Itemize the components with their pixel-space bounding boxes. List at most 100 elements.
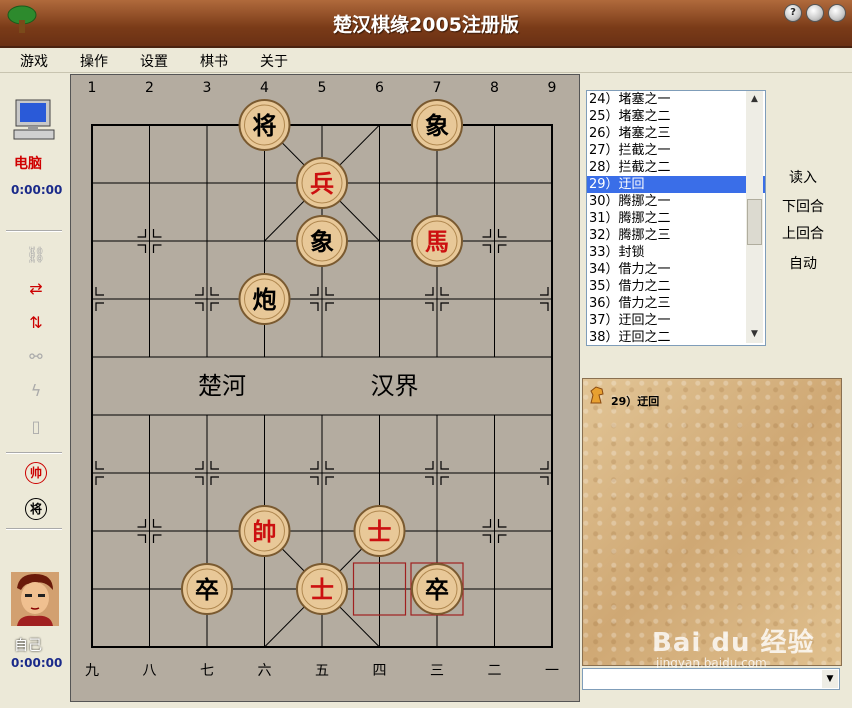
- move-list-item[interactable]: 26）堵塞之三: [587, 125, 765, 142]
- file-number-top: 9: [548, 80, 557, 96]
- move-list-item[interactable]: 30）腾挪之一: [587, 193, 765, 210]
- position-mark: [425, 461, 434, 470]
- scroll-down-icon[interactable]: ▼: [746, 326, 763, 343]
- lightning-icon[interactable]: ϟ: [25, 380, 47, 402]
- position-mark: [540, 476, 549, 485]
- file-number-bottom: 三: [430, 663, 444, 679]
- position-mark: [325, 287, 334, 296]
- position-mark: [210, 302, 219, 311]
- file-number-top: 3: [203, 80, 212, 96]
- minimize-button[interactable]: [806, 4, 824, 22]
- close-button[interactable]: [828, 4, 846, 22]
- move-list-item[interactable]: 31）腾挪之二: [587, 210, 765, 227]
- piece-label: 卒: [195, 576, 219, 604]
- help-button[interactable]: ?: [784, 4, 802, 22]
- move-list[interactable]: 24）堵塞之一 25）堵塞之二 26）堵塞之三 27）拦截之一 28）拦截之二 29）迂回…: [586, 90, 766, 346]
- file-number-bottom: 五: [315, 663, 329, 679]
- file-number-bottom: 六: [258, 663, 272, 679]
- position-mark: [325, 302, 334, 311]
- position-mark: [137, 229, 147, 238]
- piece-label: 士: [310, 576, 334, 604]
- piece-label: 士: [368, 518, 392, 546]
- move-list-item[interactable]: 28）拦截之二: [587, 159, 765, 176]
- chess-board[interactable]: 1 2 3 4 5 6 7 8 9九八七六五四三二一楚河 汉界将 象兵象 馬炮帥 士卒士卒: [71, 75, 579, 701]
- auto-button[interactable]: 自动: [772, 253, 834, 273]
- black-general-glyph: 将: [25, 498, 47, 520]
- menu-about[interactable]: 关于: [260, 51, 288, 71]
- position-mark: [440, 461, 449, 470]
- piece-label: 炮: [253, 286, 277, 314]
- menu-game[interactable]: 游戏: [20, 51, 48, 71]
- move-list-scrollbar[interactable]: ▲ ▼: [746, 91, 763, 343]
- window-title: 楚汉棋缘2005注册版: [333, 14, 519, 36]
- divider: [6, 452, 62, 454]
- position-mark: [497, 229, 507, 238]
- move-list-item[interactable]: 33）封锁: [587, 244, 765, 261]
- position-mark: [95, 302, 104, 311]
- position-mark: [482, 229, 492, 238]
- file-number-bottom: 七: [200, 663, 214, 679]
- position-mark: [497, 519, 507, 528]
- swap-icon[interactable]: ⇄: [25, 278, 47, 300]
- position-mark: [195, 476, 204, 485]
- position-mark: [310, 461, 319, 470]
- position-mark: [95, 461, 104, 470]
- next-round-button[interactable]: 下回合: [772, 196, 834, 216]
- position-mark: [440, 302, 449, 311]
- piece-label: 馬: [425, 228, 449, 256]
- move-list-item[interactable]: 34）借力之一: [587, 261, 765, 278]
- position-mark: [440, 476, 449, 485]
- piece-label: 帥: [253, 518, 277, 546]
- computer-label: 电脑: [14, 156, 42, 172]
- scroll-thumb[interactable]: [747, 199, 762, 245]
- info-text: 29）迂回: [611, 395, 660, 408]
- menu-operate[interactable]: 操作: [80, 51, 108, 71]
- player-timer: 0:00:00: [11, 656, 63, 670]
- move-list-item[interactable]: 29）迂回: [587, 176, 765, 193]
- black-general-icon[interactable]: 将: [25, 498, 47, 520]
- avatar: [11, 572, 59, 626]
- link-icon[interactable]: ⛓: [25, 244, 47, 266]
- file-number-top: 6: [375, 80, 384, 96]
- position-mark: [325, 461, 334, 470]
- move-list-item[interactable]: 37）迂回之一: [587, 312, 765, 329]
- menu-settings[interactable]: 设置: [140, 51, 168, 71]
- move-list-item[interactable]: 27）拦截之一: [587, 142, 765, 159]
- flip-icon[interactable]: ⇅: [25, 312, 47, 334]
- position-mark: [195, 461, 204, 470]
- position-mark: [152, 519, 162, 528]
- player-label: 自己: [14, 638, 42, 654]
- position-mark: [540, 461, 549, 470]
- file-number-top: 1: [88, 80, 97, 96]
- scroll-up-icon[interactable]: ▲: [746, 91, 763, 108]
- prev-round-button[interactable]: 上回合: [772, 223, 834, 243]
- chevron-down-icon[interactable]: ▼: [822, 670, 838, 688]
- position-mark: [95, 476, 104, 485]
- position-mark: [425, 287, 434, 296]
- piece-label: 象: [425, 112, 449, 140]
- position-mark: [497, 244, 507, 253]
- move-list-item[interactable]: 35）借力之二: [587, 278, 765, 295]
- load-button[interactable]: 读入: [772, 167, 834, 187]
- position-mark: [440, 287, 449, 296]
- move-list-item[interactable]: 38）迂回之二: [587, 329, 765, 345]
- position-mark: [137, 519, 147, 528]
- move-list-item[interactable]: 32）腾挪之三: [587, 227, 765, 244]
- river-label-left: 楚河: [198, 372, 246, 400]
- comment-combobox[interactable]: ▼: [582, 668, 840, 690]
- chain-icon[interactable]: ⚯: [25, 346, 47, 368]
- move-list-item[interactable]: 24）堵塞之一: [587, 91, 765, 108]
- position-mark: [310, 476, 319, 485]
- position-mark: [152, 534, 162, 543]
- red-general-icon[interactable]: 帅: [25, 462, 47, 484]
- move-list-item[interactable]: 36）借力之三: [587, 295, 765, 312]
- book-icon[interactable]: ▯: [25, 416, 47, 438]
- computer-timer: 0:00:00: [11, 183, 63, 197]
- move-list-item[interactable]: 25）堵塞之二: [587, 108, 765, 125]
- position-mark: [482, 519, 492, 528]
- file-number-top: 7: [433, 80, 442, 96]
- computer-icon: [13, 99, 55, 140]
- menu-book[interactable]: 棋书: [200, 51, 228, 71]
- watermark-logo: Bai du 经验: [652, 628, 815, 658]
- position-mark: [325, 476, 334, 485]
